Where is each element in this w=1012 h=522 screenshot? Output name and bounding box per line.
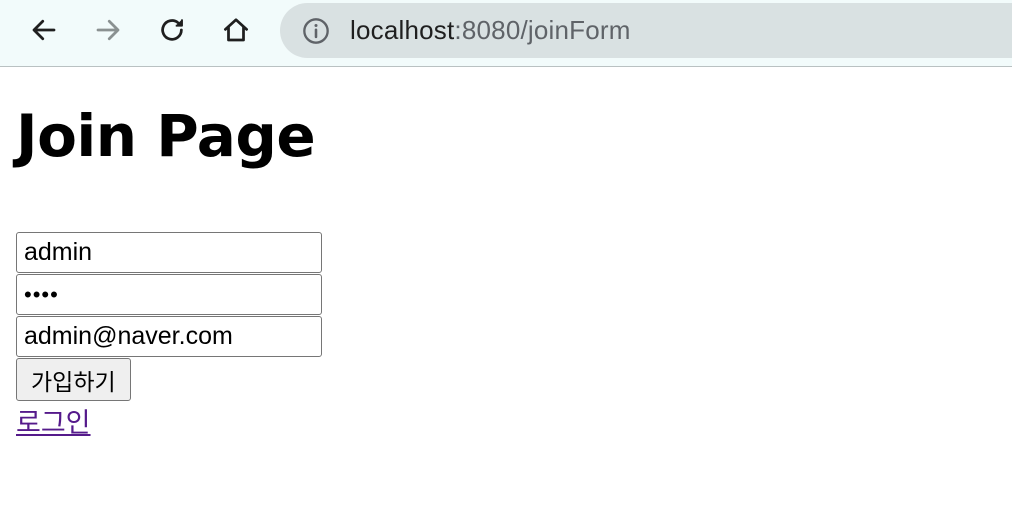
- info-icon[interactable]: [302, 17, 330, 45]
- address-bar[interactable]: localhost:8080/joinForm: [280, 3, 1012, 58]
- arrow-left-icon: [32, 19, 56, 41]
- url-host: localhost: [350, 15, 455, 45]
- password-field[interactable]: [16, 274, 322, 315]
- url-text[interactable]: localhost:8080/joinForm: [350, 15, 631, 46]
- email-field[interactable]: [16, 316, 322, 357]
- forward-button[interactable]: [89, 11, 127, 49]
- home-icon: [224, 18, 248, 42]
- join-button[interactable]: 가입하기: [16, 358, 131, 401]
- reload-button[interactable]: [153, 11, 191, 49]
- login-link[interactable]: 로그인: [16, 401, 91, 440]
- page-content: Join Page 가입하기 로그인: [0, 67, 1012, 522]
- url-path: :8080/joinForm: [454, 15, 631, 45]
- back-button[interactable]: [25, 11, 63, 49]
- browser-toolbar: localhost:8080/joinForm: [0, 0, 1012, 67]
- join-form: 가입하기 로그인: [16, 232, 416, 440]
- home-button[interactable]: [217, 11, 255, 49]
- reload-icon: [161, 19, 183, 41]
- arrow-right-icon: [96, 19, 120, 41]
- username-field[interactable]: [16, 232, 322, 273]
- page-title: Join Page: [16, 102, 316, 170]
